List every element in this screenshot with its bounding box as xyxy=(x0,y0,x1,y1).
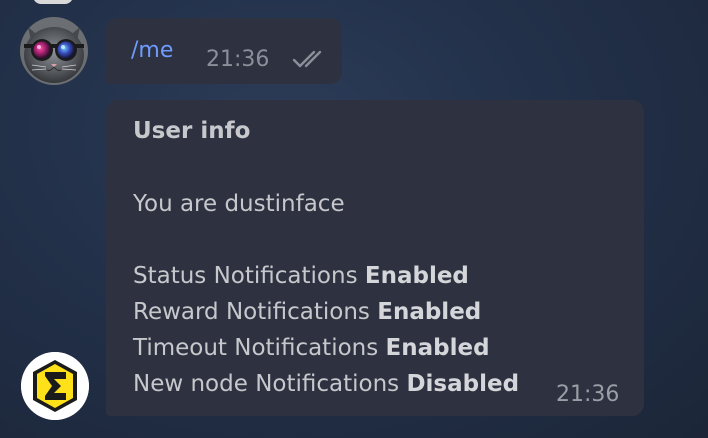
sigma-logo-avatar-icon xyxy=(21,352,89,420)
notification-state: Disabled xyxy=(406,371,520,397)
notification-label: New node Notifications xyxy=(133,371,400,397)
notification-timeout: Timeout Notifications Enabled xyxy=(133,335,490,361)
message-time: 21:36 xyxy=(206,47,270,72)
notification-state: Enabled xyxy=(377,299,482,325)
notification-label: Timeout Notifications xyxy=(133,335,379,361)
bot-command-link[interactable]: /me xyxy=(131,38,173,63)
user-greeting: You are dustinface xyxy=(133,191,345,217)
bot-avatar[interactable] xyxy=(21,352,89,420)
outgoing-message-bubble: /me 21:36 xyxy=(106,18,342,84)
notification-new-node: New node Notifications Disabled xyxy=(133,371,519,397)
double-check-icon xyxy=(292,50,322,68)
notification-reward: Reward Notifications Enabled xyxy=(133,299,481,325)
cat-with-goggles-avatar-icon xyxy=(20,17,88,85)
message-title: User info xyxy=(133,118,251,144)
previous-avatar-edge xyxy=(33,0,73,4)
chat-area: /me 21:36 User info You are dustinface S… xyxy=(0,0,708,438)
notification-label: Reward Notifications xyxy=(133,299,370,325)
notification-status: Status Notifications Enabled xyxy=(133,263,469,289)
notification-label: Status Notifications xyxy=(133,263,358,289)
incoming-message-bubble: User info You are dustinface Status Noti… xyxy=(106,100,644,416)
message-time: 21:36 xyxy=(556,382,620,407)
user-avatar[interactable] xyxy=(20,17,88,85)
notification-state: Enabled xyxy=(385,335,490,361)
notification-state: Enabled xyxy=(364,263,469,289)
